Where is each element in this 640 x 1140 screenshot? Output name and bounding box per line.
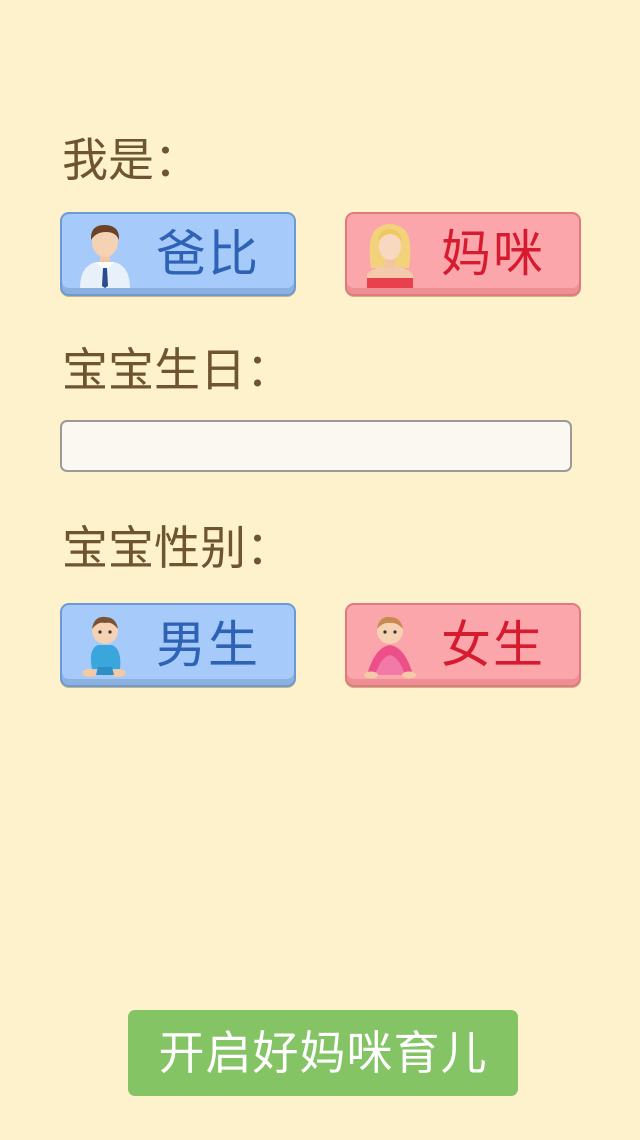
baby-boy-icon [82,616,126,677]
mom-button[interactable]: 妈咪 [345,212,581,296]
mom-label: 妈咪 [441,225,545,283]
baby-girl-icon [364,616,416,679]
dad-label: 爸比 [156,225,260,283]
boy-label: 男生 [156,616,260,674]
birthday-input[interactable] [60,420,572,472]
birthday-label: 宝宝生日： [62,343,292,397]
identity-label: 我是： [62,133,200,187]
dad-button[interactable]: 爸比 [60,212,296,296]
boy-button[interactable]: 男生 [60,603,296,687]
gender-label: 宝宝性别： [62,521,292,575]
start-button[interactable]: 开启好妈咪育儿 [128,1010,518,1096]
girl-label: 女生 [441,616,545,674]
mom-avatar-icon [367,224,413,288]
girl-button[interactable]: 女生 [345,603,581,687]
dad-avatar-icon [80,224,130,288]
